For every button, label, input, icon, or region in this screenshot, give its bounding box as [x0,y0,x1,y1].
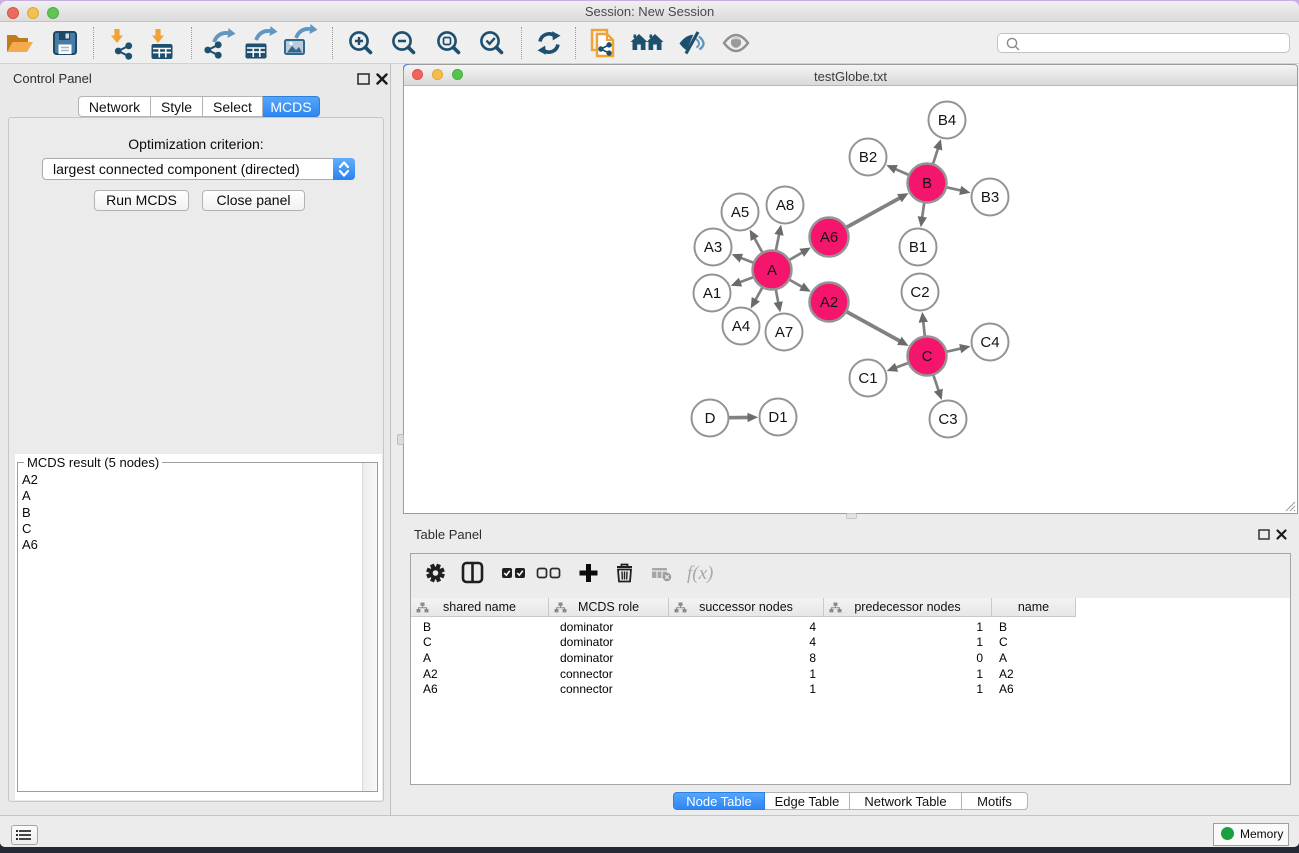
svg-text:B2: B2 [859,149,877,166]
svg-text:C: C [922,348,933,365]
svg-text:B1: B1 [909,239,927,256]
svg-text:f(x): f(x) [687,563,713,584]
svg-text:B: B [922,175,932,192]
svg-text:A: A [767,262,777,279]
svg-text:A6: A6 [820,229,838,246]
svg-text:B4: B4 [938,112,956,129]
svg-text:D1: D1 [768,409,787,426]
svg-text:A1: A1 [703,285,721,302]
svg-text:C2: C2 [910,284,929,301]
svg-text:C3: C3 [938,411,957,428]
svg-text:C1: C1 [858,370,877,387]
svg-text:A4: A4 [732,318,750,335]
svg-text:D: D [705,410,716,427]
svg-text:C4: C4 [980,334,999,351]
svg-text:B3: B3 [981,189,999,206]
svg-text:A7: A7 [775,324,793,341]
svg-text:A8: A8 [776,197,794,214]
svg-text:A2: A2 [820,294,838,311]
svg-text:A5: A5 [731,204,749,221]
svg-text:A3: A3 [704,239,722,256]
